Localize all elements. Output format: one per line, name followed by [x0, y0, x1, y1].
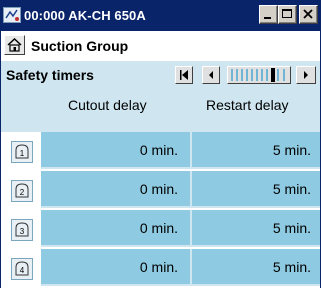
cutout-delay-cell[interactable]: 0 min. [41, 132, 192, 169]
group-header: Suction Group [1, 31, 320, 61]
table-row: 3 0 min. 5 min. [1, 210, 320, 249]
close-button[interactable] [299, 5, 318, 24]
restart-delay-cell[interactable]: 5 min. [192, 132, 320, 169]
app-window: 00:000 AK-CH 650A Suction Group Safety t… [0, 0, 321, 288]
home-button[interactable] [4, 35, 25, 55]
cutout-delay-cell[interactable]: 0 min. [41, 249, 192, 286]
svg-text:1: 1 [20, 149, 25, 158]
app-icon [3, 7, 21, 23]
title-bar[interactable]: 00:000 AK-CH 650A [1, 0, 320, 31]
maximize-button[interactable] [278, 5, 297, 24]
svg-text:3: 3 [20, 227, 25, 236]
row-2-button[interactable]: 2 [11, 180, 33, 202]
cutout-delay-cell[interactable]: 0 min. [41, 171, 192, 208]
restart-delay-cell[interactable]: 5 min. [192, 171, 320, 208]
svg-text:2: 2 [20, 188, 25, 197]
next-page-button[interactable] [296, 66, 316, 84]
close-icon [303, 9, 313, 19]
compressor-1-icon: 1 [15, 144, 29, 159]
previous-page-button[interactable] [202, 66, 220, 84]
window-title: 00:000 AK-CH 650A [24, 8, 146, 23]
column-header-row: Cutout delay Restart delay [1, 88, 320, 132]
table-row: 1 0 min. 5 min. [1, 132, 320, 171]
next-page-icon [304, 71, 308, 79]
column-header-restart: Restart delay [206, 97, 289, 113]
svg-text:4: 4 [20, 266, 25, 275]
column-header-cutout: Cutout delay [68, 97, 147, 113]
maximize-icon [282, 9, 292, 18]
compressor-4-icon: 4 [15, 261, 29, 276]
section-header: Safety timers [1, 61, 320, 88]
section-title: Safety timers [6, 67, 94, 83]
timer-table: 1 0 min. 5 min. 2 0 min. 5 min. 3 0 min.… [1, 132, 320, 288]
home-icon [7, 37, 22, 52]
group-title: Suction Group [31, 38, 129, 54]
compressor-3-icon: 3 [15, 222, 29, 237]
restart-delay-cell[interactable]: 5 min. [192, 249, 320, 286]
previous-page-icon [209, 71, 213, 79]
first-page-icon [180, 70, 188, 80]
first-page-button[interactable] [175, 66, 193, 84]
row-3-button[interactable]: 3 [11, 219, 33, 241]
minimize-icon [264, 17, 271, 19]
row-1-button[interactable]: 1 [11, 141, 33, 163]
cutout-delay-cell[interactable]: 0 min. [41, 210, 192, 247]
page-scroll-track[interactable] [227, 66, 291, 84]
row-4-button[interactable]: 4 [11, 258, 33, 280]
minimize-button[interactable] [259, 5, 278, 24]
page-slider-icon [231, 68, 285, 82]
table-row: 4 0 min. 5 min. [1, 249, 320, 288]
table-row: 2 0 min. 5 min. [1, 171, 320, 210]
compressor-2-icon: 2 [15, 183, 29, 198]
restart-delay-cell[interactable]: 5 min. [192, 210, 320, 247]
